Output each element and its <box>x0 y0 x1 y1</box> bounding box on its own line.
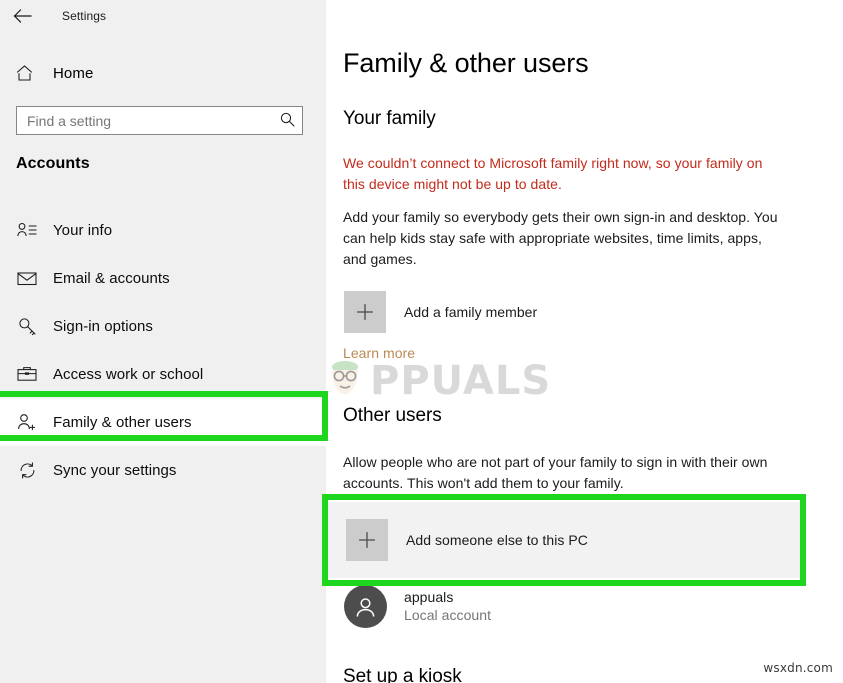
search-icon <box>280 112 295 130</box>
account-name: appuals <box>404 588 491 606</box>
back-button[interactable] <box>0 1 44 31</box>
envelope-icon <box>16 271 38 286</box>
learn-more-link[interactable]: Learn more <box>343 345 415 361</box>
search-box[interactable] <box>16 106 303 135</box>
sidebar-item-label: Sign-in options <box>53 318 153 335</box>
other-users-heading: Other users <box>343 405 442 427</box>
sidebar-item-label: Your info <box>53 222 112 239</box>
add-someone-else-button[interactable]: Add someone else to this PC <box>328 502 801 578</box>
account-type: Local account <box>404 606 491 625</box>
sidebar-item-family-other-users[interactable]: Family & other users <box>0 398 326 446</box>
sidebar-item-your-info[interactable]: Your info <box>0 206 326 254</box>
search-input[interactable] <box>17 107 272 134</box>
person-details-icon <box>16 222 38 238</box>
home-icon <box>16 65 38 81</box>
account-meta: appuals Local account <box>404 588 491 625</box>
plus-icon <box>344 291 386 333</box>
family-error-message: We couldn’t connect to Microsoft family … <box>343 153 781 195</box>
sidebar-item-label: Sync your settings <box>53 462 176 479</box>
person-add-icon <box>16 413 38 431</box>
sidebar-item-email-accounts[interactable]: Email & accounts <box>0 254 326 302</box>
key-icon <box>16 317 38 336</box>
sidebar-nav-list: Your info Email & accounts <box>0 206 326 494</box>
sidebar-item-signin-options[interactable]: Sign-in options <box>0 302 326 350</box>
settings-window: Settings Home Account <box>0 0 843 683</box>
sidebar-item-label: Email & accounts <box>53 270 170 287</box>
back-arrow-icon <box>13 9 32 23</box>
sidebar-category-title: Accounts <box>16 155 90 173</box>
sidebar-item-home[interactable]: Home <box>0 57 326 89</box>
page-title: Family & other users <box>343 48 589 79</box>
search-button[interactable] <box>272 107 302 134</box>
main-content: Family & other users Your family We coul… <box>326 0 843 683</box>
appuals-watermark-text: PPUALS <box>370 359 551 403</box>
appuals-watermark: PPUALS <box>326 355 551 406</box>
briefcase-icon <box>16 366 38 382</box>
sidebar-home-label: Home <box>53 65 93 82</box>
person-avatar-icon <box>344 585 387 628</box>
sidebar-item-label: Family & other users <box>53 414 192 431</box>
other-users-description: Allow people who are not part of your fa… <box>343 452 783 494</box>
kiosk-heading: Set up a kiosk <box>343 666 462 683</box>
sidebar-item-sync-your-settings[interactable]: Sync your settings <box>0 446 326 494</box>
settings-sidebar: Settings Home Account <box>0 0 326 683</box>
sync-icon <box>16 462 38 479</box>
plus-icon <box>346 519 388 561</box>
sidebar-item-access-work-school[interactable]: Access work or school <box>0 350 326 398</box>
your-family-description: Add your family so everybody gets their … <box>343 207 788 270</box>
your-family-heading: Your family <box>343 108 436 130</box>
add-family-member-label: Add a family member <box>404 304 537 320</box>
corner-watermark: wsxdn.com <box>763 661 833 675</box>
sidebar-item-label: Access work or school <box>53 366 203 383</box>
title-bar: Settings <box>0 0 326 32</box>
list-item[interactable]: appuals Local account <box>344 585 491 628</box>
add-someone-else-label: Add someone else to this PC <box>406 532 588 548</box>
app-title: Settings <box>62 9 106 23</box>
add-family-member-button[interactable]: Add a family member <box>344 291 537 333</box>
appuals-logo-icon <box>326 355 368 406</box>
